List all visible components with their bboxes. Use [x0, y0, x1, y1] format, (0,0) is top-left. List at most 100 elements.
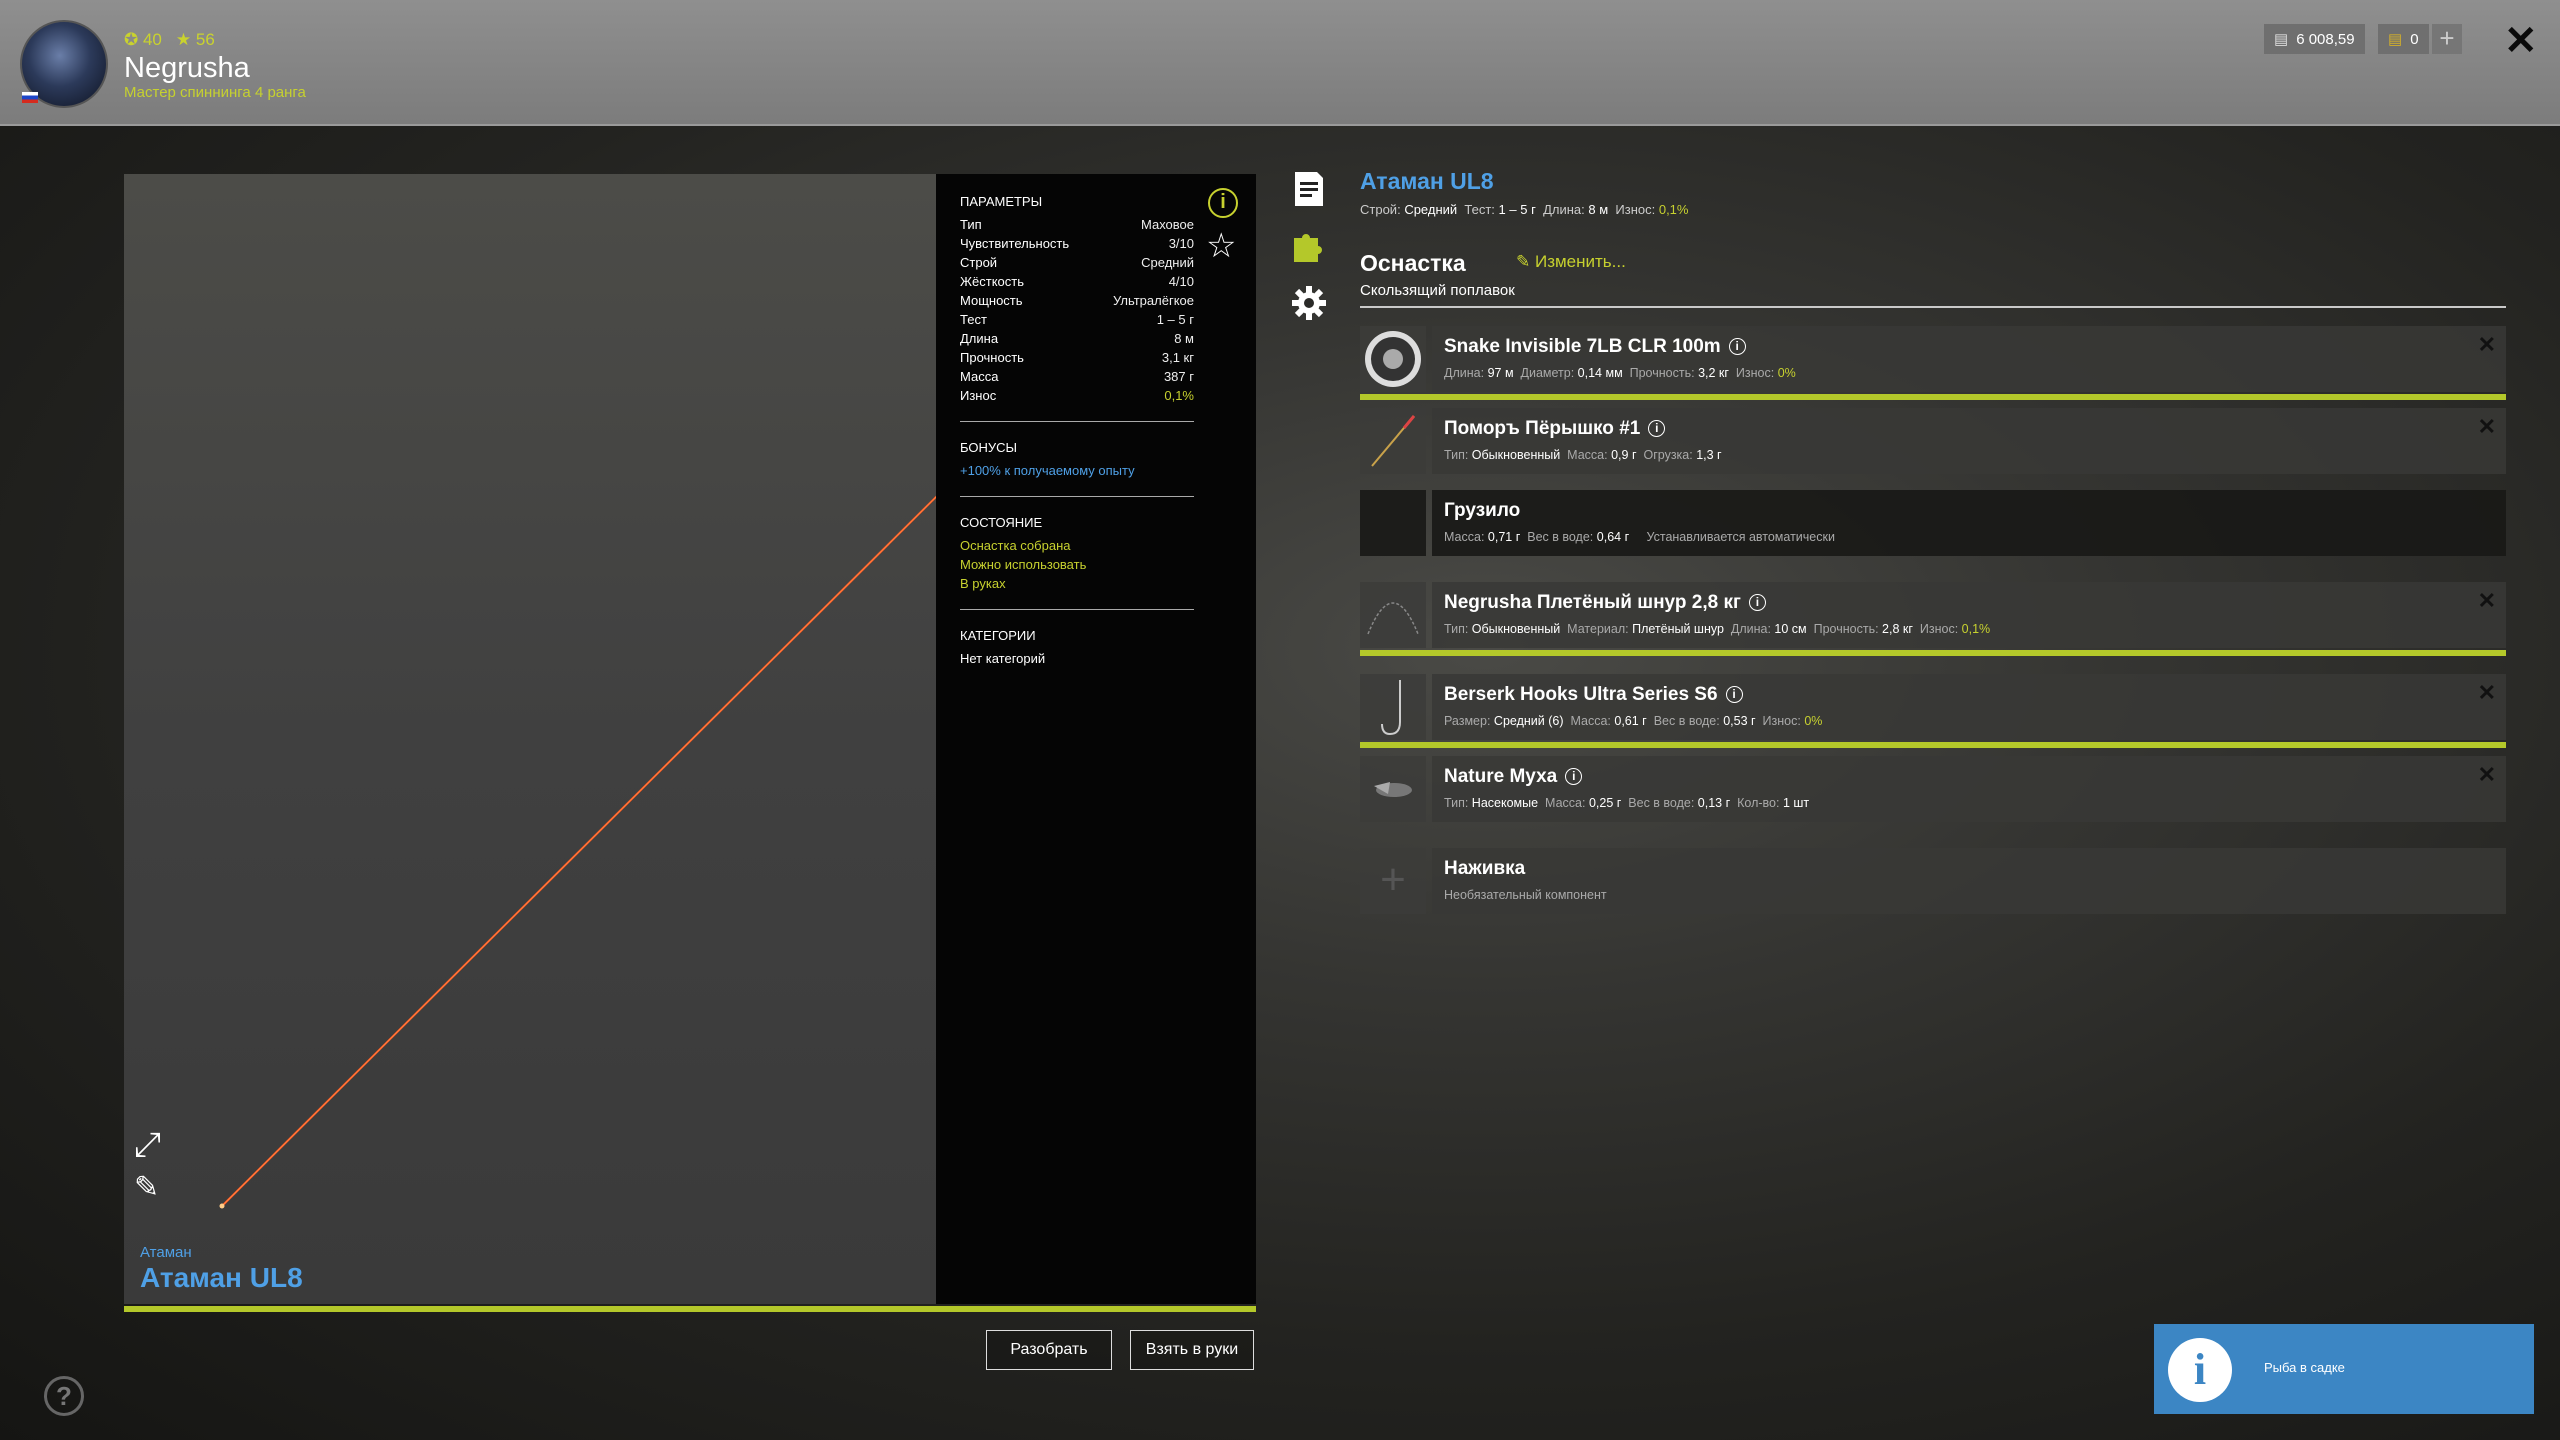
slot-details: Размер: Средний (6) Масса: 0,61 г Вес в … [1444, 714, 1823, 728]
bonus-text: +100% к получаемому опыту [960, 463, 1135, 478]
close-icon[interactable]: ✕ [2504, 18, 2538, 64]
remove-icon[interactable]: ✕ [2478, 332, 2496, 358]
fly-lure-icon [1360, 756, 1426, 822]
slot-underline [1360, 742, 2506, 748]
slot-name: Nature Муха [1444, 766, 1558, 787]
float-icon [1360, 408, 1426, 474]
player-name: Negrusha [124, 52, 250, 84]
sinker-icon [1360, 490, 1426, 556]
slot-underline [1360, 394, 2506, 400]
param-row: Прочность 3,1 кг [960, 350, 1194, 365]
silver-balance: ▤ 6 008,59 [2264, 24, 2365, 54]
param-row: Мощность Ультралёгкое [960, 293, 1194, 308]
puzzle-icon[interactable] [1290, 226, 1328, 264]
take-in-hands-button[interactable]: Взять в руки [1130, 1330, 1254, 1370]
categories-value: Нет категорий [960, 651, 1046, 666]
help-icon[interactable]: ? [44, 1376, 84, 1416]
rig-slot-hook[interactable]: Berserk Hooks Ultra Series S6 i Размер: С… [1360, 674, 2506, 748]
params-panel: ПАРАМЕТРЫ Тип Маховое Чувствительность 3/1… [936, 174, 1256, 1304]
rig-slot-leader[interactable]: Negrusha Плетёный шнур 2,8 кг i Тип: Обык… [1360, 582, 2506, 656]
remove-icon[interactable]: ✕ [2478, 680, 2496, 706]
bonus-title: БОНУСЫ [960, 440, 1018, 455]
player-title: Мастер спиннинга 4 ранга [124, 84, 306, 101]
slot-details: Необязательный компонент [1444, 888, 1607, 902]
info-icon[interactable]: i [1565, 768, 1583, 785]
divider [960, 496, 1194, 497]
notification-text: Рыба в садке [2264, 1360, 2345, 1375]
slot-name: Negrusha Плетёный шнур 2,8 кг [1444, 592, 1741, 613]
info-icon[interactable]: i [1725, 686, 1743, 703]
slot-details: Тип: Обыкновенный Масса: 0,9 г Огрузка: … [1444, 448, 1722, 462]
divider [960, 609, 1194, 610]
add-icon[interactable]: + [1360, 848, 1426, 914]
info-icon[interactable]: i [1748, 594, 1766, 611]
slot-details: Длина: 97 м Диаметр: 0,14 мм Прочность: … [1444, 366, 1796, 380]
rig-slot-float[interactable]: Поморъ Пёрышко #1 i Тип: Обыкновенный Мас… [1360, 408, 2506, 474]
level-indicator: ✪ 40 [124, 30, 162, 49]
rod-name: Атаман UL8 [140, 1262, 303, 1293]
remove-icon[interactable]: ✕ [2478, 588, 2496, 614]
state-title: СОСТОЯНИЕ [960, 515, 1043, 530]
hook-icon [1360, 674, 1426, 740]
info-icon[interactable]: i [1208, 188, 1238, 218]
gold-balance: ▤ 0 [2378, 24, 2429, 54]
rig-type: Скользящий поплавок [1360, 282, 1515, 299]
fishing-line-icon [1360, 326, 1426, 392]
remove-icon[interactable]: ✕ [2478, 762, 2496, 788]
silver-icon: ▤ [2274, 31, 2289, 48]
slot-name: Поморъ Пёрышко #1 [1444, 418, 1641, 439]
param-row: Длина 8 м [960, 331, 1194, 346]
divider [1360, 306, 2506, 308]
rod-line [219, 495, 936, 1209]
rig-slot-bait[interactable]: + Наживка Необязательный компонент [1360, 848, 2506, 914]
slot-name: Наживка [1444, 858, 1526, 879]
divider [960, 421, 1194, 422]
rod-brand: Атаман [140, 1244, 192, 1261]
add-currency-button[interactable]: + [2432, 24, 2462, 54]
param-row: Тип Маховое [960, 217, 1194, 232]
info-icon[interactable]: i [1728, 338, 1746, 355]
header-bar [0, 0, 2560, 126]
stars-indicator: ★ 56 [175, 30, 215, 49]
russia-flag-icon [22, 92, 38, 103]
slot-underline [1360, 650, 2506, 656]
remove-icon[interactable]: ✕ [2478, 414, 2496, 440]
info-icon: i [2168, 1338, 2232, 1402]
rod-summary: Строй: Средний Тест: 1 – 5 г Длина: 8 м … [1360, 202, 1689, 217]
player-stats: ✪ 40 ★ 56 [124, 30, 215, 50]
notification-toast[interactable]: i Рыба в садке [2154, 1324, 2534, 1414]
leader-icon [1360, 582, 1426, 648]
edit-icon: ✎ [1516, 252, 1531, 271]
edit-rig-button[interactable]: ✎ Изменить... [1516, 252, 1626, 272]
rod-preview[interactable] [124, 174, 936, 1304]
param-row: Жёсткость 4/10 [960, 274, 1194, 289]
fullscreen-icon[interactable]: ⤢ [134, 1126, 161, 1165]
slot-details: Масса: 0,71 г Вес в воде: 0,64 г Устанав… [1444, 530, 1835, 544]
param-row: Чувствительность 3/10 [960, 236, 1194, 251]
rod-underline [124, 1306, 1256, 1312]
slot-name: Berserk Hooks Ultra Series S6 [1444, 684, 1718, 705]
document-icon[interactable] [1290, 170, 1328, 208]
rig-slot-lure[interactable]: Nature Муха i Тип: Насекомые Масса: 0,25 … [1360, 756, 2506, 822]
gold-icon: ▤ [2388, 31, 2403, 48]
param-row: Износ 0,1% [960, 388, 1194, 403]
param-row: Масса 387 г [960, 369, 1194, 384]
gear-icon[interactable] [1290, 284, 1328, 322]
rig-slot-sinker[interactable]: Грузило Масса: 0,71 г Вес в воде: 0,64 г… [1360, 490, 2506, 556]
info-icon[interactable]: i [1648, 420, 1666, 437]
favorite-star-icon[interactable]: ☆ [1206, 226, 1236, 266]
edit-brush-icon[interactable]: ✎ [134, 1170, 159, 1205]
rig-slot-line[interactable]: Snake Invisible 7LB CLR 100m i Длина: 97 … [1360, 326, 2506, 400]
state-item: Можно использовать [960, 557, 1087, 572]
slot-name: Snake Invisible 7LB CLR 100m [1444, 336, 1721, 357]
disassemble-button[interactable]: Разобрать [986, 1330, 1112, 1370]
rig-title: Оснастка [1360, 250, 1466, 276]
slot-details: Тип: Обыкновенный Материал: Плетёный шну… [1444, 622, 1991, 636]
param-row: Тест 1 – 5 г [960, 312, 1194, 327]
categories-title: КАТЕГОРИИ [960, 628, 1036, 643]
state-item: Оснастка собрана [960, 538, 1071, 553]
params-title: ПАРАМЕТРЫ [960, 194, 1043, 209]
slot-details: Тип: Насекомые Масса: 0,25 г Вес в воде:… [1444, 796, 1810, 810]
state-item: В руках [960, 576, 1006, 591]
slot-name: Грузило [1444, 500, 1521, 521]
